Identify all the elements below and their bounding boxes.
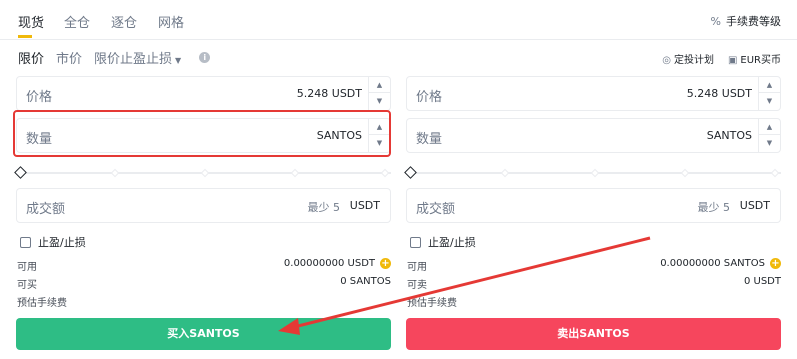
order-type-market[interactable]: 市价 bbox=[56, 48, 82, 67]
slider-mark-25[interactable] bbox=[110, 168, 120, 178]
fee-level-label: 手续费等级 bbox=[726, 15, 781, 28]
sell-max-row: 可卖 0 USDT bbox=[406, 276, 781, 292]
available-value-wrap: 0.00000000 SANTOS + bbox=[660, 258, 781, 269]
add-funds-icon[interactable]: + bbox=[380, 258, 391, 269]
buy-price-value: 5.248 USDT bbox=[296, 87, 362, 100]
available-value-wrap: 0.00000000 USDT + bbox=[284, 258, 391, 269]
available-value: 0.00000000 USDT bbox=[283, 258, 375, 269]
tp-sl-label: 止盈/止损 bbox=[428, 236, 476, 249]
decrement-icon[interactable]: ▼ bbox=[369, 93, 390, 109]
sell-fee-row: 预估手续费 bbox=[406, 294, 781, 310]
buy-tp-sl-toggle[interactable]: 止盈/止损 bbox=[20, 234, 86, 250]
tp-sl-label: 止盈/止损 bbox=[38, 236, 86, 249]
buy-total-min: 最少 5 bbox=[307, 201, 341, 214]
sell-button[interactable]: 卖出SANTOS bbox=[406, 318, 781, 350]
auto-invest-icon: ◎ bbox=[662, 55, 671, 66]
sell-quantity-label: 数量 bbox=[416, 132, 443, 147]
order-type-limit[interactable]: 限价 bbox=[18, 48, 44, 67]
order-options: ◎ 定投计划 ▣ EUR买币 bbox=[662, 51, 781, 66]
increment-icon[interactable]: ▲ bbox=[759, 77, 780, 93]
slider-mark-100[interactable] bbox=[770, 168, 780, 178]
increment-icon[interactable]: ▲ bbox=[369, 77, 390, 93]
buy-max-row: 可买 0 SANTOS bbox=[16, 276, 391, 292]
slider-mark-50[interactable] bbox=[590, 168, 600, 178]
order-type-tabs: 限价 市价 限价止盈止损 ▼ i bbox=[18, 47, 211, 67]
sell-panel: 价格 5.248 USDT ▲ ▼ 数量 SANTOS ▲ ▼ 成交额 最少 5… bbox=[404, 76, 782, 352]
percent-icon: % bbox=[710, 14, 721, 28]
fee-level-link[interactable]: % 手续费等级 bbox=[711, 13, 781, 29]
estimated-fee-label[interactable]: 预估手续费 bbox=[407, 294, 457, 309]
sell-tp-sl-toggle[interactable]: 止盈/止损 bbox=[410, 234, 476, 250]
buy-price-field[interactable]: 价格 5.248 USDT ▲ ▼ bbox=[16, 76, 391, 111]
sell-price-field[interactable]: 价格 5.248 USDT ▲ ▼ bbox=[406, 76, 781, 111]
buy-total-label: 成交额 bbox=[26, 202, 66, 217]
sell-price-label: 价格 bbox=[416, 90, 443, 105]
sell-available-row: 可用 0.00000000 SANTOS + bbox=[406, 258, 781, 274]
max-buy-label: 可买 bbox=[17, 280, 37, 291]
sell-total-min: 最少 5 bbox=[697, 201, 731, 214]
card-icon: ▣ bbox=[727, 55, 738, 66]
max-buy-value: 0 SANTOS bbox=[340, 276, 391, 287]
estimated-fee-label[interactable]: 预估手续费 bbox=[17, 294, 67, 309]
max-sell-value: 0 USDT bbox=[743, 276, 781, 287]
slider-handle[interactable] bbox=[404, 166, 417, 179]
annotation-highlight-box bbox=[13, 110, 391, 157]
sell-total-field[interactable]: 成交额 最少 5 USDT bbox=[406, 188, 781, 223]
caret-down-icon: ▼ bbox=[175, 55, 182, 65]
buy-total-field[interactable]: 成交额 最少 5 USDT bbox=[16, 188, 391, 223]
decrement-icon[interactable]: ▼ bbox=[759, 93, 780, 109]
decrement-icon[interactable]: ▼ bbox=[759, 135, 780, 151]
tab-cross[interactable]: 全仓 bbox=[64, 12, 90, 31]
available-label: 可用 bbox=[407, 262, 427, 273]
trade-type-tabs: 现货 全仓 逐仓 网格 % 手续费等级 bbox=[0, 0, 797, 40]
buy-fee-row: 预估手续费 bbox=[16, 294, 391, 310]
slider-mark-100[interactable] bbox=[380, 168, 390, 178]
sell-total-label: 成交额 bbox=[416, 202, 456, 217]
slider-mark-75[interactable] bbox=[290, 168, 300, 178]
tab-isolated[interactable]: 逐仓 bbox=[111, 12, 137, 31]
available-label: 可用 bbox=[17, 262, 37, 273]
buy-amount-slider[interactable] bbox=[14, 166, 391, 179]
available-value: 0.00000000 SANTOS bbox=[660, 258, 765, 269]
eur-buy-link[interactable]: ▣ EUR买币 bbox=[728, 51, 781, 66]
sell-amount-slider[interactable] bbox=[404, 166, 781, 179]
auto-invest-label: 定投计划 bbox=[673, 55, 714, 66]
increment-icon[interactable]: ▲ bbox=[759, 119, 780, 135]
sell-quantity-unit: SANTOS bbox=[706, 129, 752, 142]
sell-quantity-field[interactable]: 数量 SANTOS ▲ ▼ bbox=[406, 118, 781, 153]
checkbox[interactable] bbox=[20, 236, 31, 248]
slider-mark-50[interactable] bbox=[200, 168, 210, 178]
tab-grid[interactable]: 网格 bbox=[158, 12, 184, 31]
stop-limit-label: 限价止盈止损 bbox=[94, 51, 173, 67]
buy-available-row: 可用 0.00000000 USDT + bbox=[16, 258, 391, 274]
sell-price-stepper: ▲ ▼ bbox=[758, 77, 780, 110]
sell-quantity-stepper: ▲ ▼ bbox=[758, 119, 780, 152]
slider-mark-75[interactable] bbox=[680, 168, 690, 178]
info-icon[interactable]: i bbox=[199, 51, 211, 63]
checkbox[interactable] bbox=[410, 236, 421, 248]
buy-button[interactable]: 买入SANTOS bbox=[16, 318, 391, 350]
max-sell-label: 可卖 bbox=[407, 280, 427, 291]
order-type-stop-limit[interactable]: 限价止盈止损 ▼ bbox=[94, 48, 181, 67]
auto-invest-link[interactable]: ◎ 定投计划 bbox=[662, 51, 714, 66]
buy-total-unit: USDT bbox=[349, 199, 380, 212]
slider-handle[interactable] bbox=[14, 166, 27, 179]
slider-mark-25[interactable] bbox=[500, 168, 510, 178]
buy-price-stepper: ▲ ▼ bbox=[368, 77, 390, 110]
sell-price-value: 5.248 USDT bbox=[686, 87, 752, 100]
add-funds-icon[interactable]: + bbox=[770, 258, 781, 269]
buy-price-label: 价格 bbox=[26, 90, 53, 105]
eur-buy-label: EUR买币 bbox=[740, 55, 781, 66]
active-tab-indicator bbox=[18, 35, 32, 38]
tab-spot[interactable]: 现货 bbox=[18, 12, 44, 31]
sell-total-unit: USDT bbox=[739, 199, 770, 212]
